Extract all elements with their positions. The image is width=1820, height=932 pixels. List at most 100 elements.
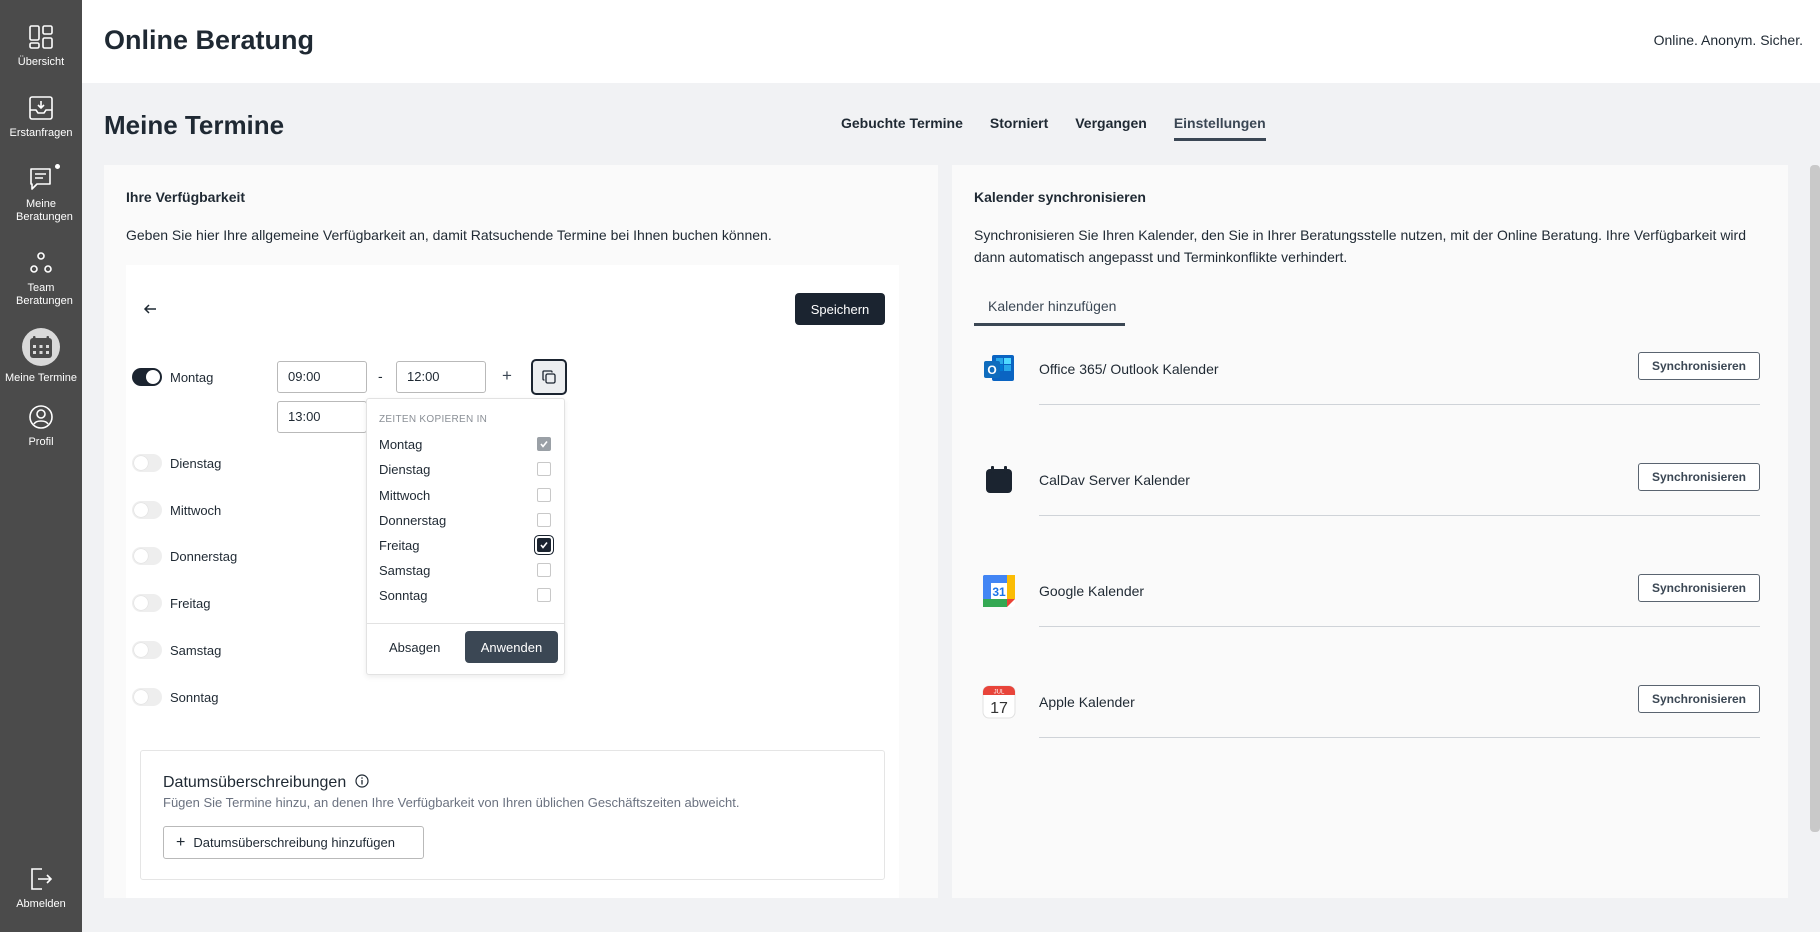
calendar-row-outlook: O Office 365/ Outlook Kalender Synchroni…: [982, 352, 1760, 412]
sidebar-item-requests[interactable]: Erstanfragen: [0, 95, 82, 140]
sidebar-item-label: Erstanfragen: [9, 127, 73, 139]
checkbox-thursday[interactable]: [537, 513, 551, 527]
sidebar-item-profile[interactable]: Profil: [0, 404, 82, 449]
monday-start-time-1[interactable]: 09:00: [277, 361, 367, 393]
toggle-tuesday[interactable]: [132, 454, 162, 472]
calendar-name-google: Google Kalender: [1039, 583, 1145, 599]
toggle-saturday[interactable]: [132, 641, 162, 659]
calendar-row-google: 31 Google Kalender Synchronisieren: [982, 574, 1760, 634]
copy-times-popover: ZEITEN KOPIEREN IN Montag Dienstag Mittw…: [366, 398, 565, 675]
tab-add-calendar[interactable]: Kalender hinzufügen: [974, 293, 1125, 326]
divider: [1039, 626, 1760, 627]
add-time-slot-button[interactable]: +: [502, 366, 512, 386]
copy-option-label: Montag: [379, 436, 423, 452]
sidebar-item-label: Profil: [28, 436, 54, 448]
day-row-saturday: Samstag: [132, 639, 221, 661]
top-header: Online Beratung Online. Anonym. Sicher.: [82, 0, 1820, 83]
monday-end-time-1[interactable]: 12:00: [396, 361, 486, 393]
inbox-icon: [29, 96, 53, 120]
google-calendar-icon: 31: [983, 575, 1015, 607]
google-calendar-day: 31: [992, 585, 1006, 599]
tab-settings[interactable]: Einstellungen: [1173, 115, 1266, 141]
copy-option-friday[interactable]: Freitag: [379, 536, 559, 554]
back-arrow-icon[interactable]: [142, 301, 158, 317]
date-override-description: Fügen Sie Termine hinzu, an denen Ihre V…: [163, 795, 740, 810]
calendar-row-caldav: CalDav Server Kalender Synchronisieren: [982, 463, 1760, 523]
availability-description: Geben Sie hier Ihre allgemeine Verfügbar…: [126, 227, 772, 243]
copy-times-button[interactable]: [531, 359, 567, 395]
sidebar-item-team-consultations[interactable]: Team Beratungen: [0, 250, 82, 308]
toggle-sunday[interactable]: [132, 688, 162, 706]
copy-option-label: Freitag: [379, 537, 420, 553]
day-row-sunday: Sonntag: [132, 686, 218, 708]
sync-button-caldav[interactable]: Synchronisieren: [1638, 463, 1760, 491]
sidebar-item-label: Team Beratungen: [16, 282, 73, 307]
logout-icon: [31, 868, 53, 890]
sync-button-google[interactable]: Synchronisieren: [1638, 574, 1760, 602]
checkbox-monday[interactable]: [537, 437, 551, 451]
copy-option-monday[interactable]: Montag: [379, 435, 559, 453]
toggle-friday[interactable]: [132, 594, 162, 612]
copy-option-saturday[interactable]: Samstag: [379, 561, 559, 579]
calendar-icon-wrap: [22, 328, 60, 366]
day-row-tuesday: Dienstag: [132, 452, 221, 474]
sync-button-outlook[interactable]: Synchronisieren: [1638, 352, 1760, 380]
copy-icon: [542, 370, 556, 384]
logout-button[interactable]: Abmelden: [0, 866, 82, 911]
copy-option-label: Donnerstag: [379, 512, 447, 528]
checkbox-tuesday[interactable]: [537, 462, 551, 476]
calendar-sync-card: Kalender synchronisieren Synchronisieren…: [952, 165, 1788, 898]
calendar-icon: [30, 336, 52, 358]
copy-option-tuesday[interactable]: Dienstag: [379, 460, 559, 478]
tagline: Online. Anonym. Sicher.: [1653, 32, 1803, 48]
day-label-saturday: Samstag: [170, 642, 222, 658]
copy-option-wednesday[interactable]: Mittwoch: [379, 486, 559, 504]
monday-start-time-2[interactable]: 13:00: [277, 401, 367, 433]
tab-past[interactable]: Vergangen: [1075, 115, 1147, 141]
sidebar-item-my-appointments[interactable]: Meine Termine: [0, 328, 82, 385]
copy-option-sunday[interactable]: Sonntag: [379, 586, 559, 604]
day-row-friday: Freitag: [132, 592, 210, 614]
availability-title: Ihre Verfügbarkeit: [126, 189, 246, 205]
apple-calendar-icon: JUL 17: [982, 685, 1016, 719]
cancel-button[interactable]: Absagen: [389, 640, 440, 655]
day-label-friday: Freitag: [170, 595, 211, 611]
user-icon: [29, 405, 53, 429]
add-date-override-button[interactable]: + Datumsüberschreibung hinzufügen: [163, 826, 424, 859]
outlook-icon: O: [984, 355, 1014, 381]
calendar-row-apple: JUL 17 Apple Kalender Synchronisieren: [982, 685, 1760, 745]
info-icon[interactable]: [355, 774, 369, 788]
sidebar-item-overview[interactable]: Übersicht: [0, 24, 82, 69]
plus-icon: +: [176, 833, 186, 851]
copy-option-label: Mittwoch: [379, 487, 431, 503]
toggle-wednesday[interactable]: [132, 501, 162, 519]
team-icon: [30, 252, 52, 273]
copy-option-label: Sonntag: [379, 587, 428, 603]
checkbox-friday[interactable]: [537, 538, 551, 552]
sync-button-apple[interactable]: Synchronisieren: [1638, 685, 1760, 713]
dashboard-icon: [29, 25, 53, 49]
save-button[interactable]: Speichern: [795, 293, 885, 325]
divider: [1039, 404, 1760, 405]
day-row-thursday: Donnerstag: [132, 545, 237, 567]
toggle-thursday[interactable]: [132, 547, 162, 565]
date-override-title: Datumsüberschreibungen: [163, 774, 369, 792]
tab-cancelled[interactable]: Storniert: [990, 115, 1048, 141]
copy-option-thursday[interactable]: Donnerstag: [379, 511, 559, 529]
checkbox-wednesday[interactable]: [537, 488, 551, 502]
sidebar-item-label: Meine Termine: [5, 372, 77, 384]
scrollbar[interactable]: [1810, 165, 1820, 832]
checkmark-icon: [540, 441, 548, 448]
logout-label: Abmelden: [16, 898, 66, 910]
toggle-monday[interactable]: [132, 368, 162, 386]
sidebar-item-my-consultations[interactable]: Meine Beratungen: [0, 163, 82, 224]
divider: [1039, 515, 1760, 516]
calendar-name-outlook: Office 365/ Outlook Kalender: [1039, 361, 1219, 377]
tab-booked[interactable]: Gebuchte Termine: [841, 115, 963, 141]
popover-divider: [367, 623, 564, 624]
day-label-wednesday: Mittwoch: [170, 502, 222, 518]
apply-button[interactable]: Anwenden: [465, 631, 558, 663]
checkbox-sunday[interactable]: [537, 588, 551, 602]
svg-text:O: O: [987, 363, 996, 377]
checkbox-saturday[interactable]: [537, 563, 551, 577]
